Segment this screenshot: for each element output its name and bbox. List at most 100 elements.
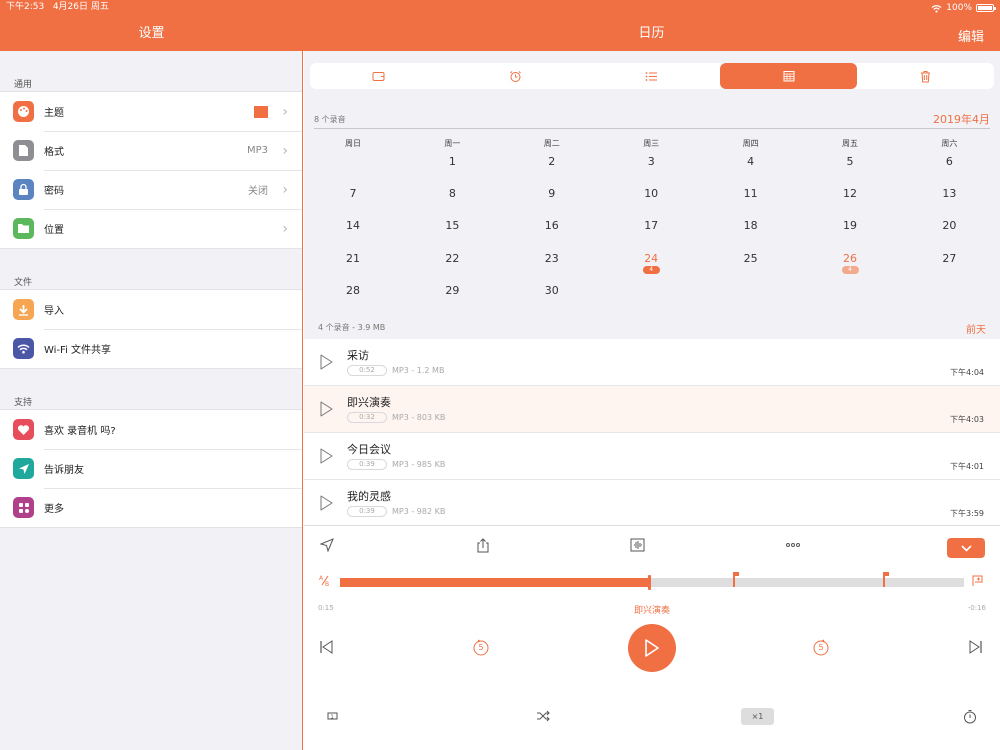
settings-row-label: 密码 bbox=[44, 186, 64, 197]
bookmark-marker[interactable] bbox=[882, 572, 889, 587]
play-button[interactable] bbox=[628, 624, 676, 672]
settings-row-import[interactable]: 导入 bbox=[0, 290, 302, 329]
previous-icon[interactable] bbox=[320, 640, 333, 654]
remaining-time: -0:16 bbox=[967, 604, 986, 612]
calendar-day[interactable]: 7 bbox=[313, 187, 393, 200]
recording-title: 今日会议 bbox=[347, 443, 391, 456]
settings-row-palette[interactable]: 主题 › bbox=[0, 92, 302, 131]
calendar-day[interactable]: 15 bbox=[412, 219, 492, 232]
next-icon[interactable] bbox=[969, 640, 982, 654]
calendar-day[interactable]: 24 bbox=[611, 252, 691, 265]
calendar-day[interactable]: 9 bbox=[512, 187, 592, 200]
tab-trash[interactable] bbox=[857, 63, 994, 89]
weekday-label: 周一 bbox=[444, 139, 461, 148]
recording-meta: MP3 - 985 KB bbox=[392, 460, 446, 469]
progress-thumb[interactable] bbox=[647, 575, 651, 590]
calendar-day[interactable]: 16 bbox=[512, 219, 592, 232]
add-marker-icon[interactable] bbox=[971, 574, 984, 587]
lock-icon bbox=[13, 179, 34, 200]
settings-title: 设置 bbox=[138, 26, 165, 41]
calendar-day[interactable]: 17 bbox=[611, 219, 691, 232]
calendar-day[interactable]: 27 bbox=[909, 252, 989, 265]
tab-calendar[interactable] bbox=[720, 63, 858, 89]
ab-repeat-icon[interactable]: AB bbox=[319, 574, 332, 587]
calendar-day[interactable]: 23 bbox=[512, 252, 592, 265]
collapse-button[interactable] bbox=[947, 538, 985, 558]
calendar-day[interactable]: 1 bbox=[412, 155, 492, 168]
progress-track[interactable] bbox=[340, 572, 964, 590]
tab-wallet[interactable] bbox=[310, 63, 447, 89]
settings-row-apps[interactable]: 更多 bbox=[0, 488, 302, 527]
bookmark-marker[interactable] bbox=[733, 572, 740, 587]
calendar-day[interactable]: 19 bbox=[810, 219, 890, 232]
shuffle-icon[interactable] bbox=[536, 710, 550, 722]
calendar-day[interactable]: 8 bbox=[412, 187, 492, 200]
recording-meta: MP3 - 1.2 MB bbox=[392, 366, 445, 375]
play-icon[interactable] bbox=[320, 448, 333, 464]
skip-forward-button[interactable]: 5 bbox=[812, 638, 830, 656]
more-icon[interactable] bbox=[786, 543, 800, 547]
tab-alarm[interactable] bbox=[447, 63, 584, 89]
calendar-day[interactable]: 4 bbox=[711, 155, 791, 168]
settings-row-wifi[interactable]: Wi-Fi 文件共享 bbox=[0, 329, 302, 368]
calendar-day[interactable]: 21 bbox=[313, 252, 393, 265]
month-label[interactable]: 2019年4月 bbox=[933, 111, 990, 127]
send-icon[interactable] bbox=[320, 538, 334, 552]
settings-row-label: 喜欢 录音机 吗? bbox=[44, 426, 116, 437]
calendar-day[interactable]: 20 bbox=[909, 219, 989, 232]
settings-row-label: Wi-Fi 文件共享 bbox=[44, 345, 112, 356]
settings-row-send[interactable]: 告诉朋友 bbox=[0, 449, 302, 488]
settings-row-lock[interactable]: 密码 关闭 › bbox=[0, 170, 302, 209]
skip-back-button[interactable]: 5 bbox=[472, 638, 490, 656]
settings-row-heart[interactable]: 喜欢 录音机 吗? bbox=[0, 410, 302, 449]
svg-text:1: 1 bbox=[331, 715, 334, 721]
general-list: 主题 › 格式 MP3 › 密码 关闭 › 位置 › bbox=[0, 91, 302, 249]
status-time-date: 下午2:53 4月26日 周五 bbox=[6, 0, 109, 16]
timer-icon[interactable] bbox=[963, 709, 977, 724]
repeat-icon[interactable]: 1 bbox=[326, 710, 339, 722]
edit-button[interactable]: 编辑 bbox=[958, 26, 984, 45]
settings-row-file[interactable]: 格式 MP3 › bbox=[0, 131, 302, 170]
settings-row-folder[interactable]: 位置 › bbox=[0, 209, 302, 248]
recording-duration: 0:39 bbox=[347, 459, 387, 470]
list-icon bbox=[645, 71, 658, 82]
import-icon bbox=[13, 299, 34, 320]
calendar-day[interactable]: 18 bbox=[711, 219, 791, 232]
calendar-day[interactable]: 25 bbox=[711, 252, 791, 265]
play-icon[interactable] bbox=[320, 354, 333, 370]
recording-row[interactable]: 今日会议 0:39 MP3 - 985 KB 下午4:01 bbox=[304, 433, 1000, 480]
wifi-icon bbox=[13, 338, 34, 359]
calendar-day[interactable]: 6 bbox=[909, 155, 989, 168]
calendar-day[interactable]: 13 bbox=[909, 187, 989, 200]
waveform-icon[interactable] bbox=[630, 538, 645, 552]
recording-duration: 0:52 bbox=[347, 365, 387, 376]
view-tabs bbox=[310, 63, 994, 89]
files-list: 导入 Wi-Fi 文件共享 bbox=[0, 289, 302, 369]
play-icon[interactable] bbox=[320, 401, 333, 417]
section-header-files: 文件 bbox=[14, 278, 33, 288]
calendar-day[interactable]: 10 bbox=[611, 187, 691, 200]
calendar-day[interactable]: 12 bbox=[810, 187, 890, 200]
play-icon[interactable] bbox=[320, 495, 333, 511]
calendar-day[interactable]: 28 bbox=[313, 284, 393, 297]
calendar-day[interactable]: 26 bbox=[810, 252, 890, 265]
calendar-day[interactable]: 22 bbox=[412, 252, 492, 265]
recording-count-badge: 4 bbox=[642, 265, 660, 274]
recording-row[interactable]: 我的灵感 0:39 MP3 - 982 KB 下午3:59 bbox=[304, 480, 1000, 527]
calendar-day[interactable]: 5 bbox=[810, 155, 890, 168]
calendar-day[interactable]: 29 bbox=[412, 284, 492, 297]
calendar-day[interactable]: 11 bbox=[711, 187, 791, 200]
settings-row-value: 关闭 bbox=[248, 186, 268, 197]
calendar-day[interactable]: 3 bbox=[611, 155, 691, 168]
tab-list[interactable] bbox=[584, 63, 721, 89]
skip-forward-seconds: 5 bbox=[818, 643, 824, 652]
record-count: 8 个录音 bbox=[314, 115, 346, 124]
battery-percent: 100% bbox=[946, 2, 972, 13]
recording-row[interactable]: 采访 0:52 MP3 - 1.2 MB 下午4:04 bbox=[304, 339, 1000, 386]
calendar-day[interactable]: 30 bbox=[512, 284, 592, 297]
calendar-day[interactable]: 2 bbox=[512, 155, 592, 168]
share-icon[interactable] bbox=[476, 538, 490, 553]
playback-speed-button[interactable]: ×1 bbox=[741, 708, 774, 725]
recording-row[interactable]: 即兴演奏 0:32 MP3 - 803 KB 下午4:03 bbox=[304, 386, 1000, 433]
calendar-day[interactable]: 14 bbox=[313, 219, 393, 232]
